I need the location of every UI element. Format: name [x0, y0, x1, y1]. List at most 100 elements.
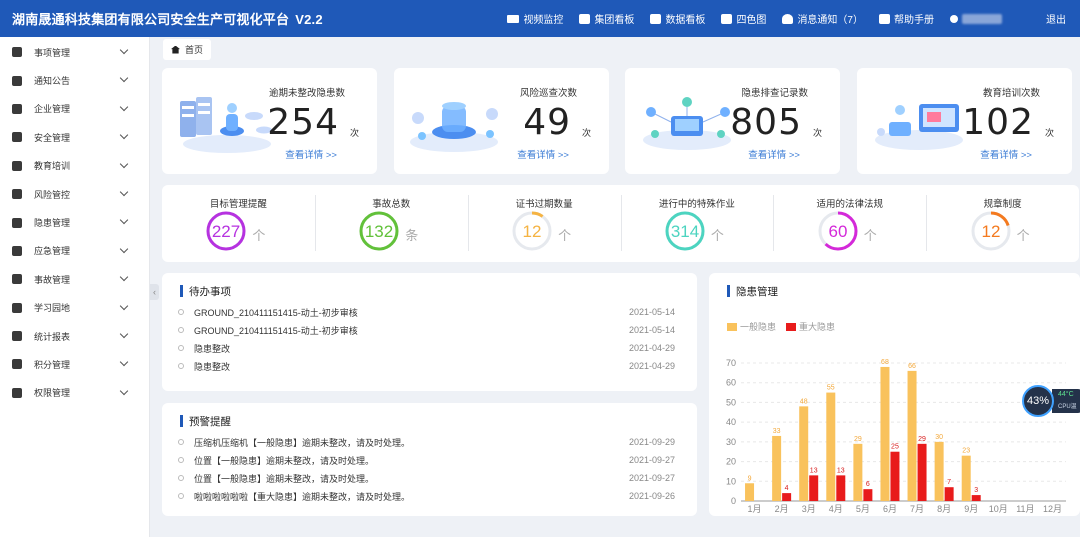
sidebar-collapse-handle[interactable]: ‹ [150, 284, 159, 300]
ring-metric[interactable]: 目标管理提醒 227 个 [162, 185, 315, 262]
list-item[interactable]: 隐患整改 2021-04-29 [178, 358, 675, 374]
ring-metric[interactable]: 证书过期数量 12 个 [468, 185, 621, 262]
bullet-icon [178, 345, 184, 351]
chart-bar[interactable] [782, 493, 792, 501]
cpu-monitor-widget[interactable]: 43% 44°C CPU温 [1022, 385, 1080, 417]
chart-bar[interactable] [934, 441, 944, 501]
chart-bar[interactable] [853, 443, 863, 501]
chevron-down-icon [119, 216, 129, 225]
list-item-text: 位置【一般隐患】逾期未整改，请及时处理。 [194, 473, 375, 484]
sidebar-item[interactable]: 统计报表 [0, 322, 149, 350]
chart-bar[interactable] [961, 455, 971, 501]
bar-chart-icon [12, 331, 22, 342]
sidebar-item[interactable]: 安全管理 [0, 123, 149, 151]
chart-bar[interactable] [836, 475, 846, 501]
warning-panel-title: 预警提醒 [180, 414, 231, 429]
app-version: V2.2 [295, 12, 323, 27]
chart-bar[interactable] [772, 435, 782, 501]
list-item[interactable]: 隐患整改 2021-04-29 [178, 340, 675, 356]
y-tick-label: 70 [726, 358, 736, 368]
ring-metric[interactable]: 规章制度 12 个 [926, 185, 1079, 262]
chevron-down-icon [119, 74, 129, 83]
ring-metric[interactable]: 进行中的特殊作业 314 个 [621, 185, 774, 262]
sidebar-item[interactable]: 通知公告 [0, 66, 149, 94]
nav-four-color-map-label: 四色图 [736, 15, 767, 26]
sidebar-item[interactable]: 学习园地 [0, 294, 149, 322]
ring-metric-label: 证书过期数量 [515, 199, 573, 210]
platform-illustration-icon [410, 102, 498, 152]
sidebar-item[interactable]: 事项管理 [0, 38, 149, 66]
user-menu[interactable] [950, 13, 1030, 24]
ring-metric[interactable]: 事故总数 132 条 [315, 185, 468, 262]
list-item[interactable]: GROUND_210411151415-动土-初步审核 2021-05-14 [178, 304, 675, 320]
document-icon [12, 47, 22, 58]
nav-data-board[interactable]: 数据看板 [650, 11, 705, 26]
chevron-down-icon [119, 329, 129, 339]
sidebar-item[interactable]: 积分管理 [0, 350, 149, 378]
list-item-date: 2021-04-29 [628, 361, 675, 371]
database-icon [12, 359, 22, 370]
nav-video-monitor[interactable]: 视频监控 [507, 11, 563, 26]
todo-panel: 待办事项 GROUND_210411151415-动土-初步审核 2021-05-… [162, 273, 697, 391]
chart-bar[interactable] [880, 366, 890, 501]
chart-bar[interactable] [799, 406, 809, 501]
sidebar-item[interactable]: 权限管理 [0, 379, 149, 407]
x-tick-label: 6月 [883, 504, 897, 514]
user-alert-icon [12, 245, 22, 256]
breadcrumb-home-tab[interactable]: 首页 [163, 39, 212, 60]
list-item[interactable]: 压缩机压缩机【一般隐患】逾期未整改，请及时处理。 2021-09-29 [178, 434, 675, 450]
logout-label: 退出 [1046, 15, 1066, 26]
list-item[interactable]: 啦啦啦啦啦啦【重大隐患】逾期未整改，请及时处理。 2021-09-26 [178, 488, 675, 504]
chart-bar[interactable] [863, 489, 873, 501]
ring-gauge: 314 [665, 211, 705, 251]
sidebar-item-label: 应急管理 [34, 246, 71, 257]
bar-value-label: 29 [918, 436, 926, 443]
bar-value-label: 13 [837, 467, 845, 474]
x-tick-label: 3月 [802, 504, 816, 514]
view-details-link[interactable]: 查看详情 >> [980, 147, 1032, 161]
bar-value-label: 25 [891, 444, 899, 451]
nav-notifications[interactable]: 消息通知（7） [782, 11, 863, 26]
divider [314, 195, 316, 251]
x-tick-label: 5月 [856, 504, 870, 514]
sidebar-item[interactable]: 企业管理 [0, 95, 149, 123]
chart-bar[interactable] [907, 370, 917, 501]
chart-bar[interactable] [917, 443, 927, 501]
chart-bar[interactable] [944, 487, 954, 501]
x-tick-label: 1月 [748, 504, 762, 514]
logout-button[interactable]: 退出 [1046, 11, 1066, 26]
sidebar-item[interactable]: 教育培训 [0, 152, 149, 180]
home-icon [171, 45, 180, 54]
nav-help-manual[interactable]: 帮助手册 [879, 11, 934, 26]
list-item[interactable]: GROUND_210411151415-动土-初步审核 2021-05-14 [178, 322, 675, 338]
list-item-date: 2021-09-29 [628, 437, 675, 447]
list-item-text: 压缩机压缩机【一般隐患】逾期未整改，请及时处理。 [194, 437, 411, 448]
list-item[interactable]: 位置【一般隐患】逾期未整改，请及时处理。 2021-09-27 [178, 452, 675, 468]
sidebar-item[interactable]: 隐患管理 [0, 208, 149, 236]
ring-metric-unit: 个 [558, 228, 572, 243]
view-details-link[interactable]: 查看详情 >> [285, 147, 337, 161]
sidebar-item[interactable]: 风险管控 [0, 180, 149, 208]
nav-group-board[interactable]: 集团看板 [579, 11, 634, 26]
chart-bar[interactable] [971, 495, 981, 501]
list-item[interactable]: 位置【一般隐患】逾期未整改，请及时处理。 2021-09-27 [178, 470, 675, 486]
sidebar-item-label: 事项管理 [34, 47, 71, 58]
chevron-down-icon [119, 301, 129, 310]
cpu-label: CPU温 [1058, 404, 1077, 410]
chart-bar[interactable] [809, 475, 819, 501]
view-details-link[interactable]: 查看详情 >> [748, 147, 800, 161]
ring-metric-label: 进行中的特殊作业 [658, 199, 735, 210]
sidebar-item[interactable]: 应急管理 [0, 237, 149, 265]
ring-gauge: 227 [206, 211, 246, 251]
sidebar: 事项管理通知公告 企业管理 安全管理 教育培训 风险管控 隐患管理应急管理事故管理 学习园地… [0, 37, 150, 537]
nav-four-color-map[interactable]: 四色图 [721, 11, 766, 26]
sidebar-item[interactable]: 事故管理 [0, 265, 149, 293]
bell-icon [782, 13, 794, 24]
chart-bar[interactable] [826, 392, 836, 501]
view-details-link[interactable]: 查看详情 >> [517, 147, 569, 161]
divider [620, 195, 622, 251]
chart-bar[interactable] [745, 483, 755, 501]
chart-bar[interactable] [890, 451, 900, 501]
ring-metric[interactable]: 适用的法律法规 60 个 [773, 185, 926, 262]
ring-metric-value: 12 [981, 222, 1000, 241]
